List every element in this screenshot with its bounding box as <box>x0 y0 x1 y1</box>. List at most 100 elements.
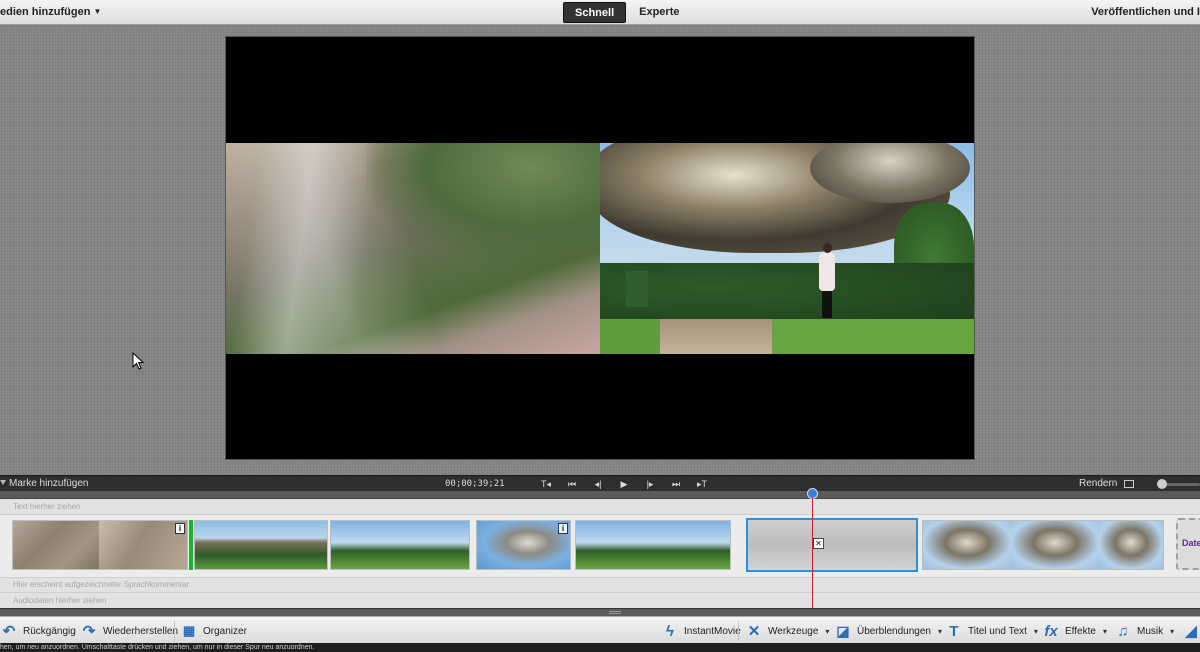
top-bar: edien hinzufügen ▼ Schnell Experte Veröff… <box>0 0 1200 25</box>
action-bar: ↶ Rückgängig ↷ Wiederherstellen ▦ Organi… <box>0 616 1200 643</box>
person-figure <box>818 243 836 318</box>
mode-quick-button[interactable]: Schnell <box>563 2 627 23</box>
transitions-menu[interactable]: ◪ Überblendungen ▾ <box>834 621 942 641</box>
clip-thumbnail <box>664 521 730 569</box>
instantmovie-button[interactable]: ϟ InstantMovie <box>661 621 741 641</box>
music-label: Musik <box>1137 625 1164 637</box>
file-drop-clip[interactable]: Datei <box>1176 518 1200 570</box>
organizer-button[interactable]: ▦ Organizer <box>180 621 247 641</box>
drag-grip-icon[interactable] <box>609 611 621 614</box>
goto-end-icon[interactable]: ▸T <box>689 476 715 492</box>
more-menu[interactable]: ◢ <box>1182 621 1200 641</box>
previous-edit-icon[interactable]: ⏮ <box>559 476 585 492</box>
play-icon[interactable]: ▶ <box>611 476 637 492</box>
publish-share-menu[interactable]: Veröffentlichen und I <box>1091 6 1200 18</box>
clip-thumbnail <box>419 521 469 569</box>
info-icon[interactable]: i <box>558 523 568 534</box>
clip-thumbnail <box>834 520 916 570</box>
person-head <box>823 243 832 253</box>
audio-track-hint: Audiodaten hierher ziehen <box>13 596 107 605</box>
transitions-label: Überblendungen <box>857 625 931 637</box>
organizer-label: Organizer <box>203 625 247 637</box>
video-preview[interactable] <box>225 36 975 460</box>
clip-5[interactable] <box>575 520 731 570</box>
add-media-menu[interactable]: edien hinzufügen ▼ <box>0 6 101 18</box>
clip-thumbnail <box>1011 521 1099 569</box>
separator <box>738 621 739 641</box>
clip-thumbnail <box>576 521 664 569</box>
video-track[interactable]: i i ✕ Datei <box>0 515 1200 577</box>
fx-icon: fx <box>1044 622 1058 640</box>
effects-label: Effekte <box>1065 625 1096 637</box>
next-edit-icon[interactable]: ⏭ <box>663 476 689 492</box>
organizer-icon: ▦ <box>182 623 196 638</box>
lightning-icon: ϟ <box>666 622 674 640</box>
mouse-cursor-icon <box>132 352 144 370</box>
undo-button[interactable]: ↶ Rückgängig <box>0 621 76 641</box>
goto-start-icon[interactable]: T◂ <box>533 476 559 492</box>
clip-thumbnail <box>331 521 419 569</box>
preview-frame-left <box>226 143 600 354</box>
monitor-panel <box>0 25 1200 475</box>
chevron-down-icon: ▼ <box>93 7 102 16</box>
audio-track[interactable]: Audiodaten hierher ziehen <box>0 592 1200 608</box>
narration-track[interactable]: Hier erscheint aufgezeichneter Sprachkom… <box>0 577 1200 592</box>
clip-4[interactable]: i <box>476 520 571 570</box>
clip-thumbnail <box>1099 521 1163 569</box>
landscape-area <box>366 143 600 263</box>
redo-icon: ↷ <box>82 623 96 640</box>
undo-icon: ↶ <box>2 623 16 640</box>
timecode-display: 00;00;39;21 <box>445 479 505 489</box>
trash-bin <box>626 271 648 307</box>
transition-marker[interactable] <box>189 520 193 570</box>
step-forward-icon[interactable]: |▸ <box>637 476 663 492</box>
undo-label: Rückgängig <box>23 625 76 637</box>
transitions-icon: ◪ <box>836 622 850 639</box>
step-back-icon[interactable]: ◂| <box>585 476 611 492</box>
bushes <box>600 263 974 323</box>
clip-thumbnail <box>13 521 99 569</box>
timeline-control-bar: Marke hinzufügen 00;00;39;21 T◂ ⏮ ◂| ▶ |… <box>0 475 1200 491</box>
timeline-tracks: Text hierher ziehen i i ✕ Date Hier ersc… <box>0 499 1200 608</box>
timeline-ruler[interactable] <box>0 491 1200 499</box>
playhead-line <box>812 498 813 608</box>
info-icon[interactable]: i <box>175 523 185 534</box>
zoom-slider-knob[interactable] <box>1157 479 1167 489</box>
text-icon: T <box>949 622 959 640</box>
preview-frame-right <box>600 143 974 354</box>
tools-label: Werkzeuge <box>768 625 819 637</box>
music-menu[interactable]: ♫ Musik ▾ <box>1114 621 1174 641</box>
fit-timeline-icon[interactable] <box>1124 480 1134 488</box>
add-marker-button[interactable]: Marke hinzufügen <box>0 478 89 489</box>
clip-7[interactable] <box>922 520 1164 570</box>
effects-menu[interactable]: fx Effekte ▾ <box>1042 621 1107 641</box>
mode-expert-button[interactable]: Experte <box>628 2 690 23</box>
marker-icon <box>0 480 6 485</box>
clip-3[interactable] <box>330 520 470 570</box>
clip-2[interactable] <box>194 520 328 570</box>
titles-menu[interactable]: T Titel und Text ▾ <box>945 621 1038 641</box>
garden-path <box>660 319 775 354</box>
chevron-down-icon: ▾ <box>1033 626 1038 636</box>
person-legs <box>822 291 832 318</box>
close-icon[interactable]: ✕ <box>813 538 824 549</box>
tools-icon: ✕ <box>747 623 761 640</box>
chevron-down-icon: ▾ <box>937 626 942 636</box>
titles-label: Titel und Text <box>968 625 1027 637</box>
chevron-down-icon: ▾ <box>1170 626 1175 636</box>
separator <box>174 621 175 641</box>
render-button[interactable]: Rendern <box>1079 478 1117 489</box>
clip-1[interactable]: i <box>12 520 188 570</box>
clip-6-selected[interactable]: ✕ <box>746 518 918 572</box>
instantmovie-label: InstantMovie <box>684 625 741 637</box>
text-track[interactable]: Text hierher ziehen <box>0 499 1200 515</box>
redo-label: Wiederherstellen <box>103 625 179 637</box>
redo-button[interactable]: ↷ Wiederherstellen <box>80 621 178 641</box>
music-icon: ♫ <box>1117 622 1129 640</box>
panel-divider[interactable] <box>0 608 1200 616</box>
lawn-right <box>772 319 974 354</box>
text-track-hint: Text hierher ziehen <box>13 502 81 511</box>
tools-menu[interactable]: ✕ Werkzeuge ▾ <box>745 621 830 641</box>
chevron-down-icon: ▾ <box>825 626 830 636</box>
reflection <box>231 143 381 354</box>
